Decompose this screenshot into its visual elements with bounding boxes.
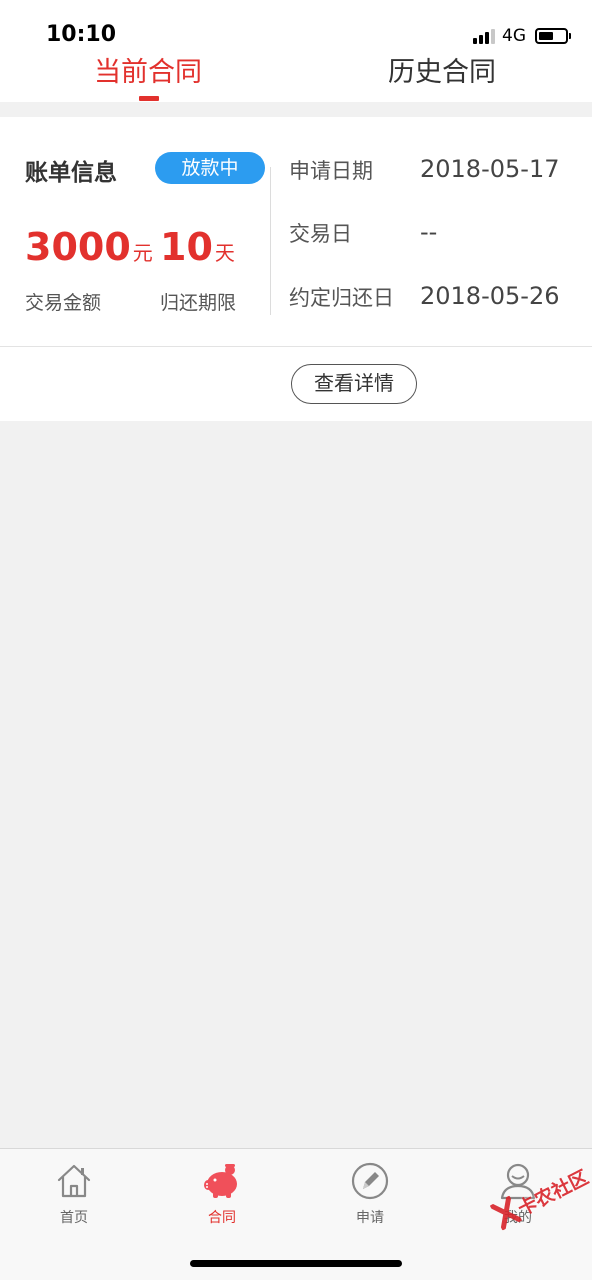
amount-value: 3000: [25, 225, 131, 269]
nav-item-me[interactable]: 我的: [444, 1149, 592, 1229]
nav-item-apply[interactable]: 申请: [296, 1149, 444, 1229]
nav-label-me: 我的: [504, 1210, 532, 1226]
contract-card: 账单信息 放款中 3000 元 10 天 交易金额 归还期限 申请日期 2018-0…: [0, 117, 592, 421]
nav-item-contract[interactable]: 合同: [148, 1149, 296, 1229]
status-icons: 4G: [471, 25, 571, 47]
nav-label-home: 首页: [60, 1210, 88, 1226]
bill-info-title: 账单信息: [25, 160, 117, 186]
bill-summary: 账单信息 放款中 3000 元 10 天 交易金额 归还期限: [0, 117, 270, 347]
status-time: 10:10: [46, 22, 117, 47]
apply-date-value: 2018-05-17: [420, 155, 560, 183]
home-indicator: [190, 1260, 402, 1267]
amount-label: 交易金额: [25, 292, 102, 314]
horizontal-divider: [0, 346, 592, 347]
active-tab-indicator: [139, 96, 159, 101]
due-date-label: 约定归还日: [289, 286, 394, 310]
transaction-amount: 3000 元: [25, 225, 153, 269]
vertical-divider: [270, 167, 271, 315]
amount-unit: 元: [132, 241, 153, 265]
term-unit: 天: [214, 241, 235, 265]
top-bar: 10:10 4G 当前合同 历史合同: [0, 0, 592, 102]
user-icon: [500, 1163, 536, 1200]
due-date-value: 2018-05-26: [420, 282, 560, 310]
transaction-date-label: 交易日: [289, 222, 352, 246]
nav-label-contract: 合同: [208, 1210, 236, 1226]
transaction-date-value: --: [420, 218, 438, 246]
network-type: 4G: [502, 26, 526, 46]
signal-icon: [471, 28, 495, 44]
battery-icon: [535, 28, 571, 44]
nav-label-apply: 申请: [356, 1210, 384, 1226]
tab-current-contract[interactable]: 当前合同: [94, 50, 202, 89]
repayment-term: 10 天: [160, 225, 235, 269]
nav-item-home[interactable]: 首页: [0, 1149, 148, 1229]
pencil-icon: [351, 1162, 389, 1200]
term-label: 归还期限: [160, 292, 237, 314]
piggy-bank-icon: [204, 1164, 237, 1198]
term-value: 10: [160, 225, 213, 269]
apply-date-label: 申请日期: [289, 159, 373, 183]
status-badge: 放款中: [155, 152, 265, 184]
tab-history-contract[interactable]: 历史合同: [388, 50, 496, 89]
home-icon: [57, 1164, 91, 1198]
view-details-button[interactable]: 查看详情: [291, 364, 417, 404]
